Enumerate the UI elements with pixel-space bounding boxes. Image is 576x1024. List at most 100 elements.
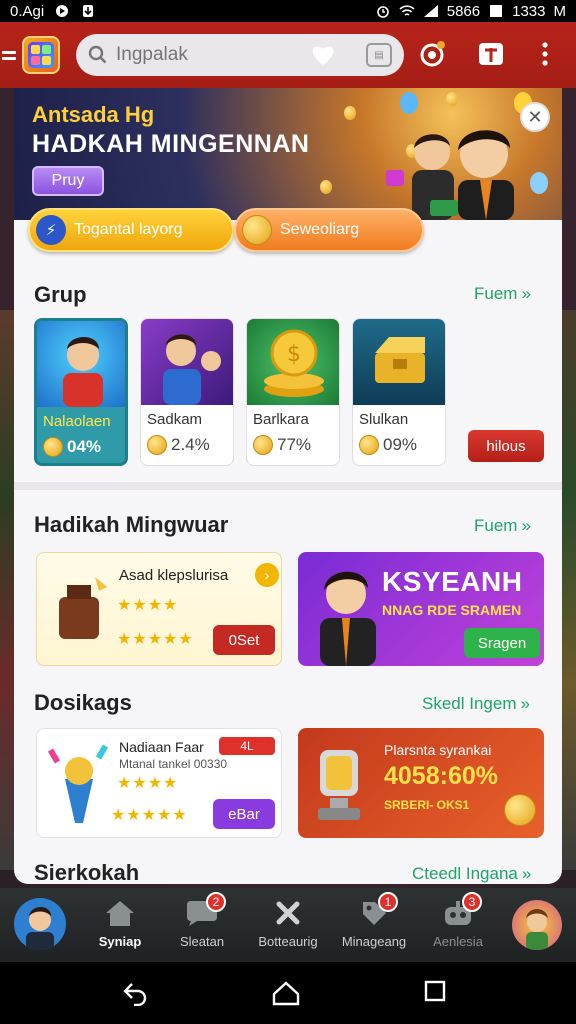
scan-icon[interactable]: ▤ — [366, 43, 392, 67]
tile-value: 77% — [253, 435, 311, 455]
close-icon[interactable]: ✕ — [520, 102, 550, 132]
group-tile-2[interactable]: Sadkam 2.4% — [140, 318, 234, 466]
promo-card-title: Plarsnta syrankai — [384, 742, 492, 758]
pill-button-2[interactable]: Seweoliarg — [234, 208, 424, 252]
promo-card-button[interactable]: 0Set — [213, 625, 275, 655]
back-icon[interactable] — [122, 980, 148, 1006]
promo-tag: 4L — [219, 737, 275, 755]
tile-image — [37, 321, 125, 407]
chevron-right-icon: » — [521, 284, 531, 303]
coin-icon — [504, 794, 536, 826]
group-tile-1[interactable]: Nalaolaen 04% — [34, 318, 128, 466]
characters-illustration — [386, 130, 514, 220]
trophy-illustration — [318, 750, 360, 820]
promo-card-subtitle: Mtanal tankel 00330 — [119, 757, 228, 771]
status-extra: M — [553, 2, 567, 20]
banner-button[interactable]: Pruy — [32, 166, 104, 196]
friend-avatar[interactable] — [512, 900, 562, 950]
nav-home[interactable]: Syniap — [80, 896, 160, 956]
chevron-right-icon[interactable]: › — [255, 563, 279, 587]
section-title-dosikags: Dosikags — [34, 690, 132, 715]
status-left-text: 0.Agi — [10, 2, 45, 20]
chevron-right-icon: » — [521, 864, 532, 883]
tile-name: Slulkan — [359, 411, 409, 428]
tile-value: 2.4% — [147, 435, 210, 455]
star-rating: ★★★★★ — [111, 807, 188, 824]
see-more-label: Fuem — [474, 516, 518, 535]
search-icon — [88, 45, 107, 64]
see-more-sierkokah[interactable]: Cteedl Ingana » — [412, 864, 531, 884]
see-more-grup[interactable]: Fuem » — [474, 284, 531, 304]
nav-profile[interactable]: 3 Aenlesia — [418, 892, 498, 956]
character-illustration — [320, 571, 376, 666]
group-tile-4[interactable]: Slulkan 09% — [352, 318, 446, 466]
coin-icon — [359, 435, 379, 455]
app-bar: ▤ — [0, 22, 576, 88]
promo-card-subhead: SRBERI- OKS1 — [384, 798, 470, 812]
search-bar[interactable]: ▤ — [76, 34, 404, 76]
coin-icon — [43, 437, 63, 457]
group-tile-3[interactable]: $ Barlkara 77% — [246, 318, 340, 466]
promo-card-button[interactable]: Sragen — [464, 628, 540, 658]
coin-icon — [253, 435, 273, 455]
nav-label: Syniap — [98, 934, 142, 949]
status-bar: 0.Agi 5866 1333 M — [0, 0, 576, 22]
nav-label: Minageang — [341, 934, 407, 949]
promo-card-2[interactable]: KSYEANH NNAG RDE SRAMEN Sragen — [298, 552, 544, 666]
tile-value-text: 09% — [383, 435, 418, 454]
tile-name: Sadkam — [147, 411, 203, 428]
recents-icon[interactable] — [424, 980, 446, 1002]
nav-manage[interactable]: 1 Minageang — [334, 892, 414, 956]
status-time: 1333 — [512, 2, 546, 20]
promo-card-4[interactable]: Plarsnta syrankai 4058:60% SRBERI- OKS1 — [298, 728, 544, 838]
heart-icon[interactable] — [310, 44, 336, 66]
tile-value-text: 04% — [67, 437, 102, 456]
nav-label: Aenlesia — [433, 934, 483, 949]
promo-card-headline: KSYEANH — [382, 566, 523, 597]
pill-label-1: Togantal layorg — [74, 221, 183, 238]
section-title-sierkokah: Sierkokah — [34, 860, 140, 884]
section-title-grup: Grup — [34, 282, 87, 307]
robot-icon: 3 — [440, 892, 482, 930]
tile-image — [141, 319, 233, 405]
app-logo[interactable] — [22, 36, 60, 74]
see-more-hadikah[interactable]: Fuem » — [474, 516, 531, 536]
nav-search[interactable]: 2 Sleatan — [162, 892, 242, 956]
home-icon — [102, 896, 138, 930]
coin-icon — [147, 435, 167, 455]
status-battery-text: 5866 — [446, 2, 481, 20]
tile-image — [353, 319, 445, 405]
tile-name: Nalaolaen — [43, 413, 111, 430]
pill-button-1[interactable]: ⚡ Togantal layorg — [28, 208, 234, 252]
home-button-icon[interactable] — [272, 980, 300, 1006]
see-more-dosikags[interactable]: Skedl Ingem » — [422, 694, 530, 714]
promo-card-value: 4058:60% — [384, 762, 498, 790]
tile-image: $ — [247, 319, 339, 405]
star-rating: ★★★★ — [117, 775, 179, 792]
download-icon — [83, 5, 94, 17]
system-nav-bar — [0, 962, 576, 1024]
nav-label: Sleatan — [179, 934, 225, 949]
close-tools-icon — [270, 896, 306, 930]
group-action-button[interactable]: hilous — [468, 430, 544, 462]
see-more-label: Skedl Ingem — [422, 694, 517, 713]
search-input[interactable] — [116, 44, 316, 66]
nav-tools[interactable]: Botteaurig — [248, 896, 328, 956]
battery-icon — [490, 5, 503, 17]
section-title-hadikah: Hadikah Mingwuar — [34, 512, 229, 537]
promo-card-3[interactable]: Nadiaan Faar Mtanal tankel 00330 4L ★★★★… — [36, 728, 282, 838]
add-post-icon[interactable] — [478, 40, 504, 68]
banner-title: HADKAH MINGENNAN — [32, 130, 310, 158]
user-avatar[interactable] — [14, 898, 66, 950]
more-options-icon[interactable] — [540, 40, 550, 68]
left-edge-strip — [0, 310, 14, 870]
menu-icon[interactable] — [2, 50, 16, 60]
coin-icon — [242, 215, 272, 245]
promo-card-button[interactable]: eBar — [213, 799, 275, 829]
main-card: Antsada Hg HADKAH MINGENNAN Pruy ✕ ⚡ Tog… — [14, 88, 562, 884]
target-icon[interactable] — [420, 40, 446, 68]
promo-banner[interactable]: Antsada Hg HADKAH MINGENNAN Pruy ✕ — [14, 88, 562, 220]
wifi-icon — [399, 5, 415, 16]
right-edge-strip — [562, 310, 576, 870]
promo-card-1[interactable]: Asad klepslurisa › ★★★★ ★★★★★ 0Set — [36, 552, 282, 666]
